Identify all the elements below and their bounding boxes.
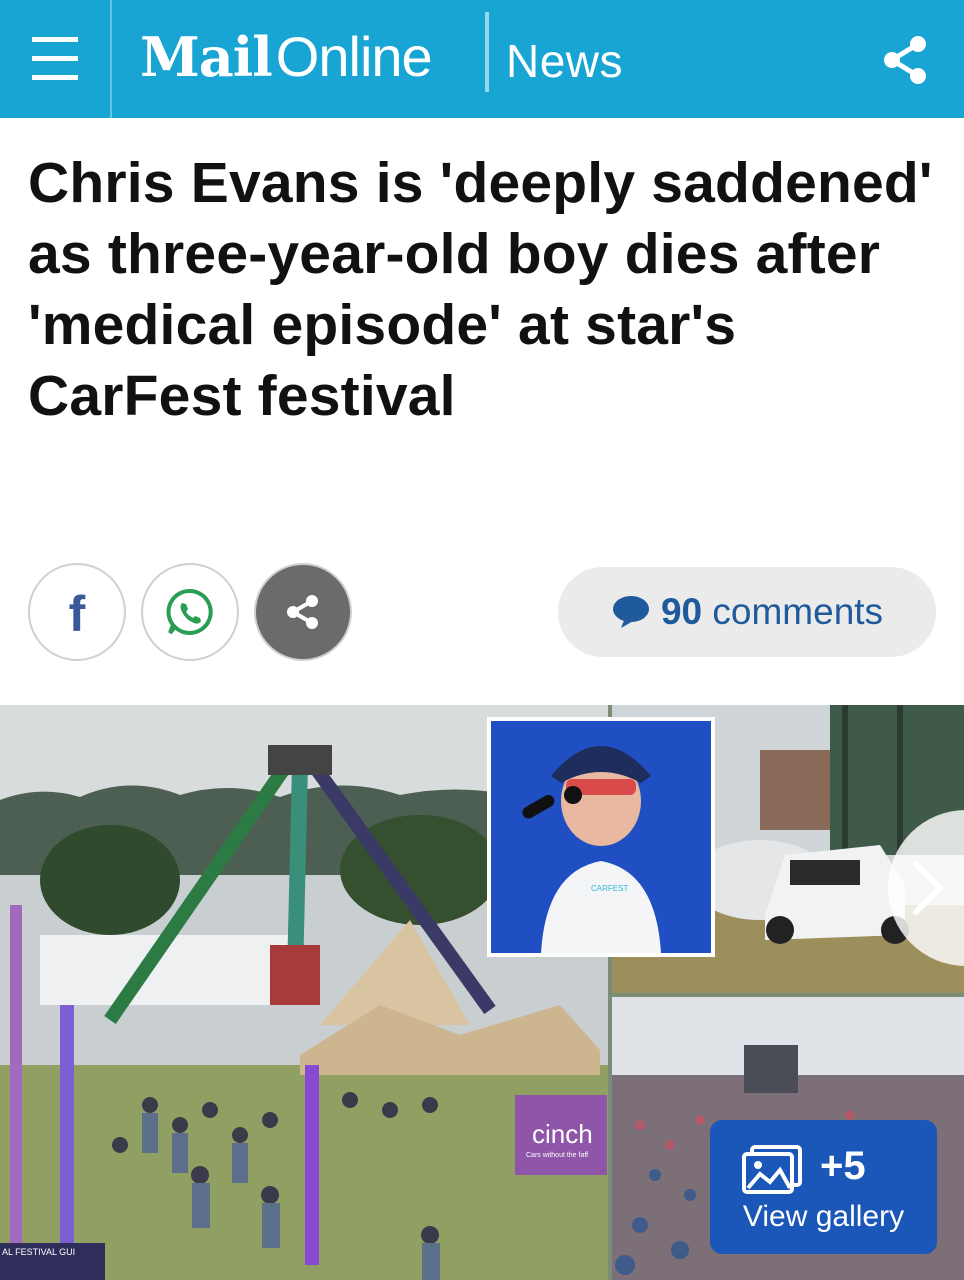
facebook-share-button[interactable]: f	[28, 563, 126, 661]
view-gallery-label: View gallery	[742, 1200, 905, 1233]
share-icon	[287, 595, 318, 629]
gallery-stack-icon	[742, 1145, 802, 1194]
carfest-shirt-text: CARFEST	[591, 884, 628, 893]
menu-button[interactable]	[0, 0, 110, 118]
comment-bubble-icon	[612, 596, 649, 628]
comments-button[interactable]: 90 comments	[558, 567, 936, 657]
festival-guide-sign-text: AL FESTIVAL GUI	[2, 1247, 75, 1257]
logo-online-text: Online	[275, 25, 433, 88]
view-gallery-button[interactable]: +5 View gallery	[710, 1120, 937, 1254]
hamburger-icon	[32, 37, 78, 81]
chevron-right-icon	[913, 861, 945, 915]
gallery-more-count: +5	[820, 1144, 866, 1188]
more-share-button[interactable]	[254, 563, 352, 661]
cinch-sign-text: cinch	[532, 1119, 593, 1149]
section-label-news[interactable]: News	[506, 34, 623, 88]
photo-gallery[interactable]: cinch Cars without the faff AL FESTIVAL …	[0, 705, 964, 1280]
inset-portrait-photo: CARFEST	[487, 717, 715, 957]
whatsapp-icon	[166, 588, 213, 635]
cinch-sign-tagline: Cars without the faff	[526, 1152, 588, 1159]
facebook-icon: f	[68, 586, 86, 642]
header-share-button[interactable]	[878, 32, 934, 88]
share-icon	[884, 36, 926, 84]
comments-text: 90 comments	[661, 591, 883, 633]
mailonline-logo[interactable]: Mail Online	[140, 24, 433, 94]
top-navigation-bar: Mail Online News	[0, 0, 964, 118]
whatsapp-share-button[interactable]	[141, 563, 239, 661]
comments-count: 90	[660, 591, 703, 632]
section-divider	[485, 12, 489, 92]
header-divider	[110, 0, 112, 118]
logo-mail-text: Mail	[140, 25, 273, 89]
comments-label: comments	[712, 591, 884, 632]
article-headline: Chris Evans is 'deeply saddened' as thre…	[28, 151, 933, 428]
